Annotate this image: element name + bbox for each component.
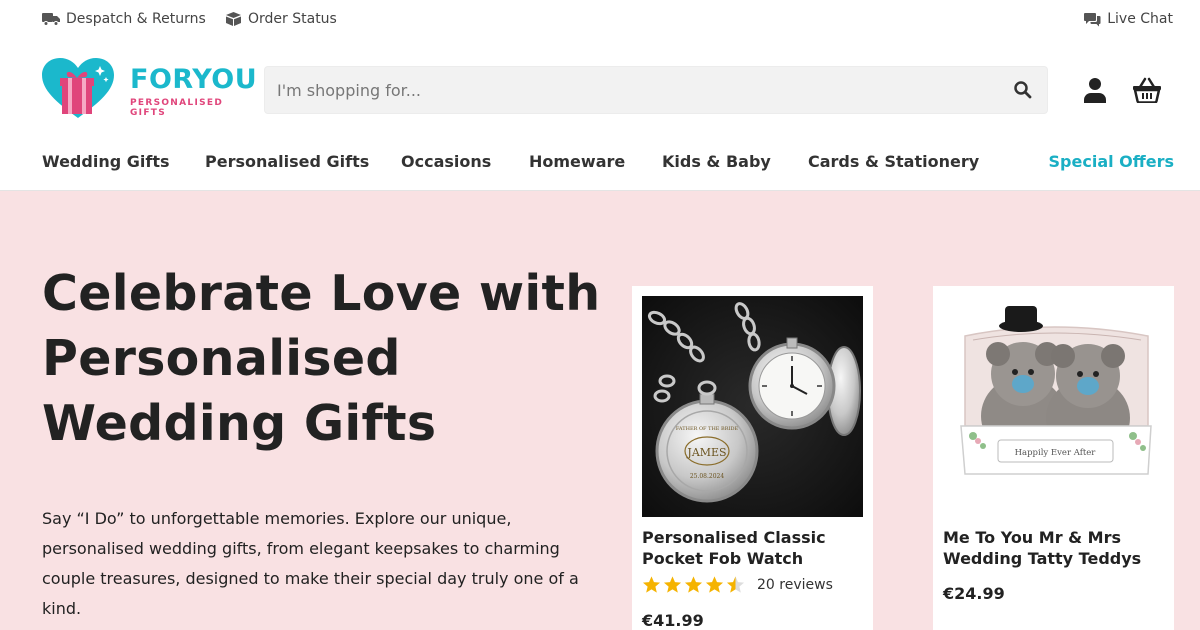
teddy-bears-photo[interactable]: Happily Ever After bbox=[943, 296, 1164, 517]
account-button[interactable] bbox=[1083, 77, 1107, 103]
nav-item-special-offers[interactable]: Special Offers bbox=[1049, 152, 1174, 171]
basket-icon bbox=[1133, 77, 1161, 104]
hero-description: Say “I Do” to unforgettable memories. Ex… bbox=[42, 509, 579, 618]
star-icon bbox=[726, 576, 745, 593]
nav-item-occasions[interactable]: Occasions bbox=[401, 152, 491, 171]
product-price: €24.99 bbox=[943, 584, 1005, 603]
gift-heart-logo-icon bbox=[42, 58, 114, 118]
product-card[interactable]: Happily Ever After Me To You Mr & Mrs We… bbox=[933, 286, 1174, 630]
star-icon bbox=[663, 576, 682, 593]
site-logo[interactable]: FORYOU PERSONALISED GIFTS bbox=[42, 58, 257, 120]
user-icon bbox=[1084, 78, 1106, 103]
svg-text:25.08.2024: 25.08.2024 bbox=[690, 473, 725, 480]
logo-brand-name: FORYOU bbox=[130, 64, 258, 95]
star-icon bbox=[642, 576, 661, 593]
nav-item-homeware[interactable]: Homeware bbox=[529, 152, 625, 171]
product-rating: 20 reviews bbox=[642, 575, 833, 594]
pocket-watch-photo[interactable]: JAMES FATHER OF THE BRIDE 25.08.2024 bbox=[642, 296, 863, 517]
star-rating bbox=[642, 575, 747, 594]
search-input[interactable] bbox=[277, 67, 997, 113]
nav-item-wedding-gifts[interactable]: Wedding Gifts bbox=[42, 152, 169, 171]
product-title[interactable]: Personalised Classic Pocket Fob Watch bbox=[642, 527, 867, 569]
utility-bar: Despatch & Returns Order Status Live Cha… bbox=[0, 0, 1200, 40]
hero-title: Celebrate Love with Personalised Wedding… bbox=[42, 265, 601, 452]
nav-item-personalised-gifts[interactable]: Personalised Gifts bbox=[205, 152, 369, 171]
box-icon bbox=[226, 12, 241, 26]
logo-tagline: PERSONALISED GIFTS bbox=[130, 98, 224, 118]
search-bar bbox=[264, 66, 1048, 114]
despatch-returns-link[interactable]: Despatch & Returns bbox=[42, 11, 206, 27]
product-title[interactable]: Me To You Mr & Mrs Wedding Tatty Teddys bbox=[943, 527, 1168, 569]
despatch-returns-label: Despatch & Returns bbox=[66, 11, 206, 27]
nav-item-kids-baby[interactable]: Kids & Baby bbox=[662, 152, 771, 171]
chat-icon bbox=[1084, 12, 1101, 26]
product-card[interactable]: JAMES FATHER OF THE BRIDE 25.08.2024 Per… bbox=[632, 286, 873, 630]
svg-text:FATHER OF THE BRIDE: FATHER OF THE BRIDE bbox=[676, 426, 739, 432]
product-price: €41.99 bbox=[642, 611, 704, 630]
search-icon bbox=[1014, 81, 1032, 99]
live-chat-label: Live Chat bbox=[1107, 11, 1173, 27]
basket-button[interactable] bbox=[1132, 77, 1162, 104]
svg-text:JAMES: JAMES bbox=[686, 446, 726, 459]
svg-text:Happily Ever After: Happily Ever After bbox=[1015, 448, 1097, 458]
live-chat-link[interactable]: Live Chat bbox=[1084, 11, 1173, 27]
star-icon bbox=[705, 576, 724, 593]
hero-banner: Celebrate Love with Personalised Wedding… bbox=[0, 191, 1200, 630]
nav-item-cards-stationery[interactable]: Cards & Stationery bbox=[808, 152, 979, 171]
truck-icon bbox=[42, 13, 60, 26]
order-status-link[interactable]: Order Status bbox=[225, 11, 337, 27]
search-button[interactable] bbox=[1013, 80, 1033, 100]
star-icon bbox=[684, 576, 703, 593]
review-count[interactable]: 20 reviews bbox=[757, 577, 833, 593]
main-nav: Wedding Gifts Personalised Gifts Occasio… bbox=[0, 152, 1200, 180]
order-status-label: Order Status bbox=[248, 11, 337, 27]
